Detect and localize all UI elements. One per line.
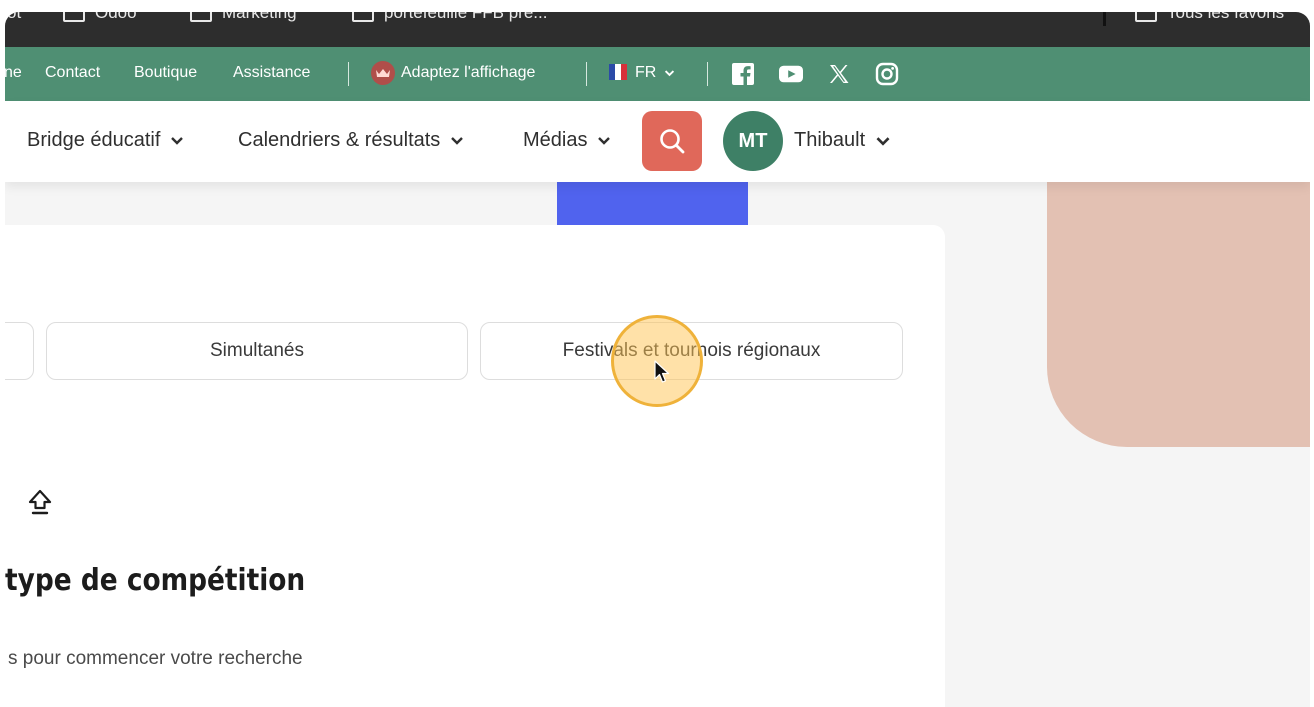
- language-selector[interactable]: FR: [635, 64, 675, 82]
- bookmark-item[interactable]: ot: [7, 12, 21, 23]
- decorative-blue-block: [557, 182, 748, 225]
- crown-icon[interactable]: [371, 61, 395, 85]
- bookmark-label: Odoo: [95, 12, 137, 22]
- chevron-down-icon: [876, 136, 890, 146]
- folder-icon: [190, 12, 212, 22]
- divider: [707, 62, 708, 86]
- filter-chip-partial[interactable]: [5, 322, 34, 380]
- browser-viewport: ot Odoo Marketing portefeuille FFB pre..…: [5, 12, 1310, 707]
- bookmark-label: ot: [7, 12, 22, 22]
- divider: [586, 62, 587, 86]
- france-flag-icon: [609, 64, 627, 80]
- bookmarks-bar: ot Odoo Marketing portefeuille FFB pre..…: [5, 12, 1310, 47]
- utility-link-home[interactable]: ne: [5, 64, 22, 82]
- all-bookmarks-label: Tous les favoris: [1167, 12, 1285, 22]
- avatar[interactable]: MT: [723, 111, 783, 171]
- main-nav: Bridge éducatif Calendriers & résultats …: [5, 101, 1310, 182]
- all-bookmarks[interactable]: Tous les favoris: [1135, 12, 1284, 23]
- bookmark-odoo[interactable]: Odoo: [63, 12, 137, 23]
- search-icon: [660, 129, 685, 154]
- chevron-down-icon: [171, 137, 184, 145]
- avatar-initials: MT: [738, 129, 768, 152]
- chevron-down-icon: [451, 137, 464, 145]
- folder-icon: [1135, 12, 1157, 22]
- nav-item-label: Médias: [523, 129, 588, 151]
- youtube-icon[interactable]: [779, 62, 803, 86]
- nav-item-label: Bridge éducatif: [27, 129, 161, 151]
- search-button[interactable]: [642, 111, 702, 171]
- user-name-label: Thibault: [794, 129, 866, 151]
- accessibility-button[interactable]: Adaptez l'affichage: [401, 64, 535, 82]
- utility-bar: ne Contact Boutique Assistance Adaptez l…: [5, 47, 1310, 101]
- section-heading: type de compétition: [5, 563, 306, 598]
- x-twitter-icon[interactable]: [827, 62, 851, 86]
- folder-icon: [63, 12, 85, 22]
- language-label: FR: [635, 64, 657, 81]
- instagram-icon[interactable]: [875, 62, 899, 86]
- nav-item-medias[interactable]: Médias: [523, 129, 611, 152]
- decorative-pink-card: [1047, 162, 1310, 447]
- facebook-icon[interactable]: [731, 62, 755, 86]
- utility-link-assistance[interactable]: Assistance: [233, 64, 310, 82]
- chevron-down-icon: [665, 70, 675, 77]
- bookmark-portefeuille[interactable]: portefeuille FFB pre...: [352, 12, 547, 23]
- nav-item-label: Calendriers & résultats: [238, 129, 441, 151]
- chevron-down-icon: [598, 137, 611, 145]
- folder-icon: [352, 12, 374, 22]
- nav-item-bridge-educatif[interactable]: Bridge éducatif: [27, 129, 184, 152]
- bookmark-label: portefeuille FFB pre...: [384, 12, 548, 22]
- section-subtext: s pour commencer votre recherche: [8, 648, 303, 669]
- user-menu[interactable]: Thibault: [794, 129, 891, 152]
- utility-link-boutique[interactable]: Boutique: [134, 64, 197, 82]
- competition-filter-card: Simultanés Festivals et tournois régiona…: [5, 225, 945, 707]
- nav-item-calendriers[interactable]: Calendriers & résultats: [238, 129, 464, 152]
- divider: [348, 62, 349, 86]
- mouse-cursor-icon: [654, 360, 670, 383]
- bookmarks-separator: [1103, 12, 1106, 26]
- arrow-up-icon[interactable]: [27, 488, 53, 518]
- bookmark-marketing[interactable]: Marketing: [190, 12, 297, 23]
- filter-chip-label: Simultanés: [210, 340, 304, 361]
- filter-chip-simultanes[interactable]: Simultanés: [46, 322, 468, 380]
- bookmark-label: Marketing: [222, 12, 297, 22]
- utility-link-contact[interactable]: Contact: [45, 64, 100, 82]
